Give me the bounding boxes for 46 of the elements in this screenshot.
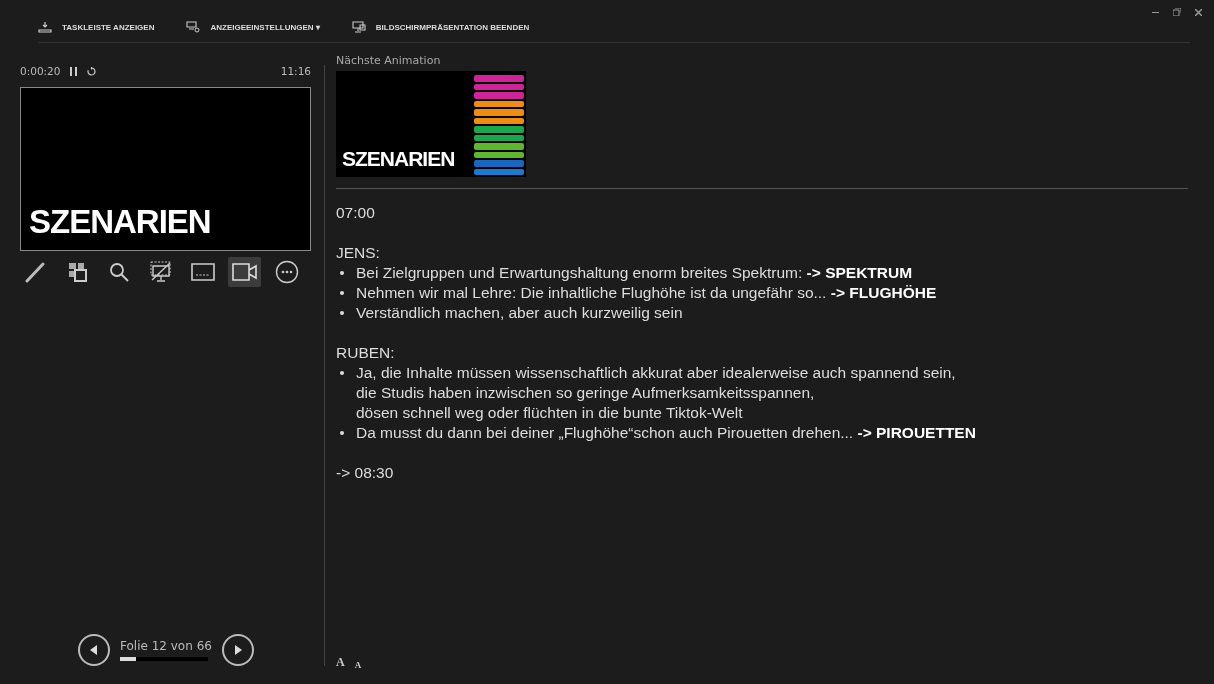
screen-off-icon: [148, 260, 173, 284]
elapsed-time: 0:00:20: [20, 65, 61, 77]
toolbar-button[interactable]: TASKLEISTE ANZEIGEN: [38, 21, 155, 33]
right-triangle-icon: [232, 645, 243, 655]
note-text: Nehmen wir mal Lehre: Die inhaltliche Flughöhe ist da ungefähr so... -> FLUGHÖHE: [356, 283, 937, 303]
bullet-icon: [340, 291, 344, 295]
monitor-icon: [351, 21, 366, 33]
note-text: die Studis haben inzwischen so geringe Aufmerksamkeitsspannen,: [356, 384, 815, 401]
decrease-font-button[interactable]: A: [354, 660, 362, 670]
increase-font-button[interactable]: A: [336, 655, 345, 670]
note-text: Ja, die Inhalte müssen wissenschaftlich akkurat aber idealerweise auch spannend sein,: [356, 363, 956, 383]
search-icon: [107, 261, 130, 283]
video-camera-icon: [231, 262, 258, 282]
note-text: Bei Zielgruppen und Erwartungshaltung enorm breites Spektrum: -> SPEKTRUM: [356, 263, 913, 283]
more-icon: [274, 260, 299, 284]
next-animation-label: Nächste Animation: [336, 54, 442, 67]
note-text: 07:00: [336, 204, 375, 221]
slide-counter: Folie 12 von 66: [120, 639, 212, 653]
pause-icon[interactable]: [70, 66, 78, 76]
note-text: JENS:: [336, 244, 380, 261]
subtitles-icon: [190, 262, 215, 282]
next-slide-button[interactable]: [221, 634, 254, 666]
note-text: -> 08:30: [336, 464, 394, 481]
minimize-icon[interactable]: [1152, 11, 1159, 13]
close-icon[interactable]: [1195, 8, 1202, 16]
taskbar-icon: [38, 21, 52, 33]
pen-icon: [23, 261, 46, 283]
slide-title: SZENARIEN: [342, 147, 455, 171]
display-settings-icon: [186, 21, 201, 33]
bullet-icon: [340, 311, 344, 315]
tool-button[interactable]: [228, 257, 261, 287]
restore-icon[interactable]: [1173, 8, 1181, 16]
note-text: Verständlich machen, aber auch kurzweilig sein: [356, 303, 683, 323]
previous-slide-button[interactable]: [78, 634, 110, 666]
bullet-icon: [340, 371, 344, 375]
note-text: Da musst du dann bei deiner „Flughöhe“schon auch Pirouetten drehen... -> PIROUETTEN: [356, 423, 976, 443]
clock-time: 11:16: [280, 65, 311, 77]
restart-icon[interactable]: [87, 66, 97, 76]
note-text: dösen schnell weg oder flüchten in die bunte Tiktok-Welt: [356, 404, 743, 421]
toolbar-button[interactable]: BILDSCHIRMPRÄSENTATION BEENDEN: [351, 21, 530, 33]
left-triangle-icon: [89, 645, 99, 655]
slide-title: SZENARIEN: [29, 205, 211, 238]
note-text: RUBEN:: [336, 344, 395, 361]
bullet-icon: [340, 271, 344, 275]
bullet-icon: [340, 431, 344, 435]
toolbar-button[interactable]: ANZEIGEEINSTELLUNGEN ▾: [186, 21, 320, 33]
